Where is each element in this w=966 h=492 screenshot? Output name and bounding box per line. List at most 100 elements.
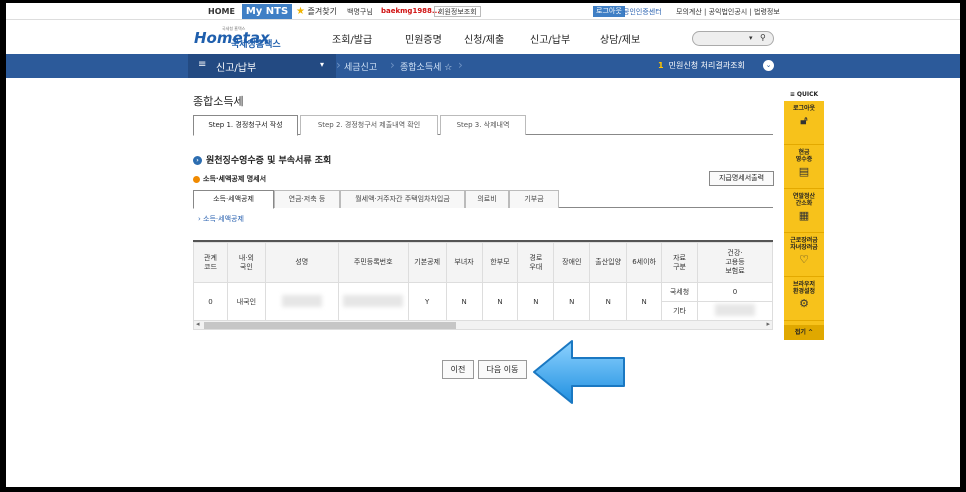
home-link[interactable]: HOME xyxy=(194,5,249,18)
menu-icon[interactable]: ≡ xyxy=(198,59,206,70)
caret-down-icon[interactable]: ▾ xyxy=(320,60,324,69)
quick-logout-label: 로그아웃 xyxy=(792,105,816,112)
gnb-item-inquiry[interactable]: 조회/발급 xyxy=(332,31,372,46)
tab-rent-loan[interactable]: 월세액·거주자간 주택임차차입금 xyxy=(340,190,465,208)
quick-cash-receipt[interactable]: 현금 영수증 ▤ xyxy=(784,145,824,189)
separator-icon: › xyxy=(458,58,463,72)
gear-icon: ⚙ xyxy=(799,297,809,310)
quick-cash-receipt-label: 현금 영수증 xyxy=(795,149,813,163)
section-nav: ≡ 신고/납부 ▾ › 세금신고 › 종합소득세 ☆ › 1 민원신청 처리결과… xyxy=(6,54,960,78)
col-header-birth: 출산입양 xyxy=(589,242,628,283)
hometax-logo[interactable]: 국세청 홈택스 Hometax 국세청홈택스 xyxy=(194,25,312,50)
separator-icon: › xyxy=(390,58,395,72)
dropdown-icon[interactable]: ▾ xyxy=(749,34,753,42)
search-icon[interactable]: ⚲ xyxy=(760,33,766,42)
gnb-item-report[interactable]: 신고/납부 xyxy=(530,31,570,46)
scroll-thumb[interactable] xyxy=(204,322,456,329)
page-title: 종합소득세 xyxy=(193,95,244,108)
inner-link[interactable]: › 소득·세액공제 xyxy=(198,214,244,224)
member-info-button[interactable]: 회원정보조회 xyxy=(434,6,481,17)
col-header-under6: 6세이하 xyxy=(626,242,663,283)
site-header: 국세청 홈택스 Hometax 국세청홈택스 조회/발급 민원증명 신청/제출 … xyxy=(6,21,960,53)
civil-alert[interactable]: 1 민원신청 처리결과조회 xyxy=(658,60,745,71)
pointer-arrow-icon xyxy=(533,340,625,404)
gnb-item-certificate[interactable]: 민원증명 xyxy=(405,31,442,46)
quick-header: ≡ QUICK xyxy=(789,91,819,98)
table-header-row: 관계 코드 내·외 국인 성명 주민등록번호 기본공제 부녀자 한부모 경로 우대 장… xyxy=(193,242,774,283)
cell-disabled: N xyxy=(553,282,591,321)
prev-button[interactable]: 이전 xyxy=(442,360,474,379)
col-header-nationality: 내·외 국인 xyxy=(226,242,266,283)
cell-rrn-redacted xyxy=(337,282,409,321)
quick-browser-settings[interactable]: 브라우저 환경설정 ⚙ xyxy=(784,277,824,321)
search-input[interactable]: ▾ ⚲ xyxy=(692,31,774,46)
quick-incentive[interactable]: 근로장려금 자녀장려금 ♡ xyxy=(784,233,824,277)
col-header-basic: 기본공제 xyxy=(407,242,447,283)
col-header-rrn: 주민등록번호 xyxy=(337,242,409,283)
deduction-tabs: 소득·세액공제 연금·저축 등 월세액·거주자간 주택임차차입금 의료비 기부금 xyxy=(193,190,773,209)
lock-icon: 🔓︎ xyxy=(800,114,808,127)
cell-basic: Y xyxy=(407,282,447,321)
quick-menu: ≡ QUICK 로그아웃 🔓︎ 현금 영수증 ▤ 연말정산 간소화 ▦ 근로장려금 자… xyxy=(784,89,824,340)
logout-link[interactable]: 로그아웃 xyxy=(593,6,625,17)
chevron-down-icon[interactable]: ⌄ xyxy=(763,60,774,71)
cell-source-other: 기타 xyxy=(661,301,698,321)
section-title[interactable]: 신고/납부 xyxy=(216,59,256,74)
mynts-tab[interactable]: My NTS xyxy=(242,4,292,19)
quick-incentive-label: 근로장려금 자녀장려금 xyxy=(790,237,818,251)
inner-link-text: 소득·세액공제 xyxy=(203,215,244,223)
step-tabs: Step 1. 경정청구서 작성 Step 2. 경정청구서 제출내역 확인 S… xyxy=(193,115,773,136)
utility-bar: HOME My NTS ★ 즐겨찾기 백명구님 baekmg1988... 회원… xyxy=(6,3,960,20)
sub-heading-text: 소득·세액공제 명세서 xyxy=(203,175,267,183)
tab-medical[interactable]: 의료비 xyxy=(465,190,509,208)
cert-center-link[interactable]: 공인인증센터 xyxy=(623,7,662,17)
section-heading: › 원천징수영수증 및 부속서류 조회 xyxy=(193,153,331,166)
cell-elderly: N xyxy=(517,282,555,321)
tab-donation[interactable]: 기부금 xyxy=(509,190,559,208)
sub-heading: 소득·세액공제 명세서 xyxy=(193,174,266,184)
cell-birth: N xyxy=(589,282,628,321)
cell-nationality: 내국인 xyxy=(226,282,266,321)
tab-step2[interactable]: Step 2. 경정청구서 제출내역 확인 xyxy=(300,115,438,135)
col-header-elderly: 경로 우대 xyxy=(517,242,555,283)
cell-women: N xyxy=(445,282,483,321)
gnb-item-consult[interactable]: 상담/제보 xyxy=(600,31,640,46)
favorites-label: 즐겨찾기 xyxy=(307,7,337,16)
cell-under6: N xyxy=(626,282,663,321)
quick-logout[interactable]: 로그아웃 🔓︎ xyxy=(784,101,824,145)
tab-pension-savings[interactable]: 연금·저축 등 xyxy=(274,190,340,208)
gnb-item-apply[interactable]: 신청/제출 xyxy=(464,31,504,46)
quick-fold-button[interactable]: 접기 ^ xyxy=(784,325,824,340)
star-outline-icon[interactable]: ☆ xyxy=(444,63,452,73)
section-nav-current xyxy=(188,54,336,78)
user-id: baekmg1988... xyxy=(381,7,440,15)
col-header-disabled: 장애인 xyxy=(553,242,591,283)
star-icon: ★ xyxy=(296,6,305,17)
breadcrumb-tax-report[interactable]: 세금신고 xyxy=(344,60,377,73)
tab-step3[interactable]: Step 3. 삭제내역 xyxy=(440,115,526,135)
breadcrumb-income-tax[interactable]: 종합소득세 ☆ xyxy=(400,60,452,73)
col-header-code: 관계 코드 xyxy=(193,242,228,283)
print-statement-button[interactable]: 지급명세서출력 xyxy=(709,171,774,186)
table-hscrollbar[interactable]: ◂ ▸ xyxy=(193,320,773,330)
scroll-right-icon[interactable]: ▸ xyxy=(766,320,770,328)
quick-year-end[interactable]: 연말정산 간소화 ▦ xyxy=(784,189,824,233)
right-links[interactable]: 모의계산 | 공익법인공시 | 법령정보 xyxy=(676,7,780,17)
table-row: 0 내국인 Y N N N N N N 국세청 0 xyxy=(193,282,774,321)
scroll-left-icon[interactable]: ◂ xyxy=(196,320,200,328)
bullet-icon xyxy=(193,175,200,183)
quick-year-end-label: 연말정산 간소화 xyxy=(792,193,816,207)
cell-insurance-nts: 0 xyxy=(696,282,774,302)
col-header-women: 부녀자 xyxy=(445,242,483,283)
col-header-insurance: 건강· 고용등 보험료 xyxy=(696,242,774,283)
tab-income-deduction[interactable]: 소득·세액공제 xyxy=(193,190,274,209)
separator-icon: › xyxy=(336,58,341,72)
user-name: 백명구님 xyxy=(347,8,373,16)
next-button[interactable]: 다음 이동 xyxy=(478,360,527,379)
favorites-link[interactable]: ★ 즐겨찾기 xyxy=(296,6,337,17)
chevron-right-icon: › xyxy=(193,156,202,165)
cell-code: 0 xyxy=(193,282,228,321)
tab-step1[interactable]: Step 1. 경정청구서 작성 xyxy=(193,115,298,136)
section-heading-text: 원천징수영수증 및 부속서류 조회 xyxy=(206,156,332,166)
quick-browser-settings-label: 브라우저 환경설정 xyxy=(792,281,816,295)
